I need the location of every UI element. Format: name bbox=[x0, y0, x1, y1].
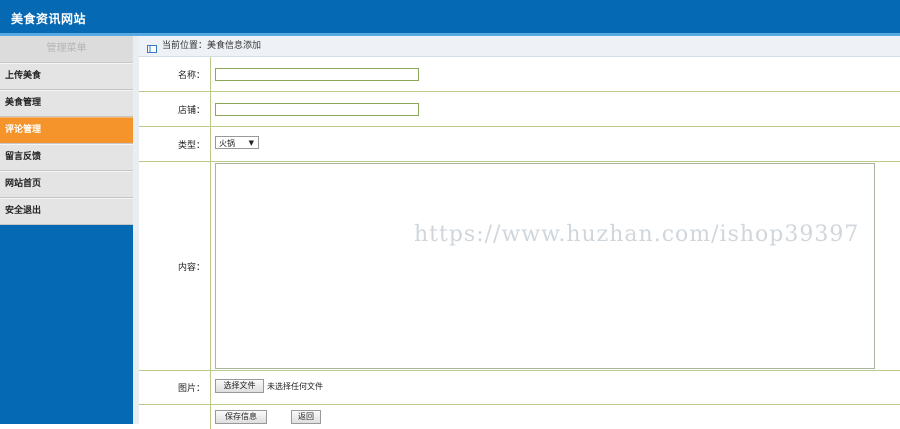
main-content: 当前位置：美食信息添加 名称： 店铺： 类型： 火锅 ▼ 内容： 图片： 选择文… bbox=[133, 36, 900, 429]
sidebar-header: 管理菜单 bbox=[0, 36, 133, 63]
sidebar-item-upload-food[interactable]: 上传美食 bbox=[0, 63, 133, 90]
sidebar-item-comment-management[interactable]: 评论管理 bbox=[0, 117, 133, 144]
breadcrumb: 当前位置：美食信息添加 bbox=[139, 36, 900, 57]
back-button[interactable]: 返回 bbox=[291, 410, 321, 424]
form-row-actions: 保存信息 返回 bbox=[139, 405, 900, 429]
shop-input[interactable] bbox=[215, 103, 419, 116]
choose-file-button[interactable]: 选择文件 bbox=[215, 379, 264, 393]
sidebar-item-logout[interactable]: 安全退出 bbox=[0, 198, 133, 225]
type-select-value: 火锅 bbox=[219, 139, 235, 148]
form-row-content: 内容： bbox=[139, 162, 900, 371]
image-label: 图片： bbox=[139, 371, 211, 404]
name-label: 名称： bbox=[139, 57, 211, 91]
type-label: 类型： bbox=[139, 127, 211, 161]
actions-label bbox=[139, 405, 211, 429]
caret-down-icon: ▼ bbox=[248, 139, 254, 147]
window-icon bbox=[147, 41, 157, 53]
name-input[interactable] bbox=[215, 68, 419, 81]
file-status-text: 未选择任何文件 bbox=[267, 382, 323, 391]
top-header-bar: 美食资讯网站 bbox=[0, 0, 900, 36]
form-row-shop: 店铺： bbox=[139, 92, 900, 127]
save-button[interactable]: 保存信息 bbox=[215, 410, 267, 424]
sidebar: 管理菜单 上传美食 美食管理 评论管理 留言反馈 网站首页 安全退出 bbox=[0, 36, 133, 424]
breadcrumb-text: 当前位置：美食信息添加 bbox=[162, 41, 262, 51]
watermark-text: https://www.huzhan.com/ishop39397 bbox=[414, 222, 860, 247]
form-row-type: 类型： 火锅 ▼ bbox=[139, 127, 900, 162]
form-row-image: 图片： 选择文件 未选择任何文件 bbox=[139, 371, 900, 405]
shop-label: 店铺： bbox=[139, 92, 211, 126]
form-row-name: 名称： bbox=[139, 57, 900, 92]
site-title: 美食资讯网站 bbox=[11, 12, 87, 26]
content-label: 内容： bbox=[139, 162, 211, 370]
content-textarea[interactable] bbox=[215, 163, 875, 369]
sidebar-item-feedback[interactable]: 留言反馈 bbox=[0, 144, 133, 171]
sidebar-item-site-home[interactable]: 网站首页 bbox=[0, 171, 133, 198]
type-select[interactable]: 火锅 ▼ bbox=[215, 136, 259, 149]
sidebar-item-food-management[interactable]: 美食管理 bbox=[0, 90, 133, 117]
